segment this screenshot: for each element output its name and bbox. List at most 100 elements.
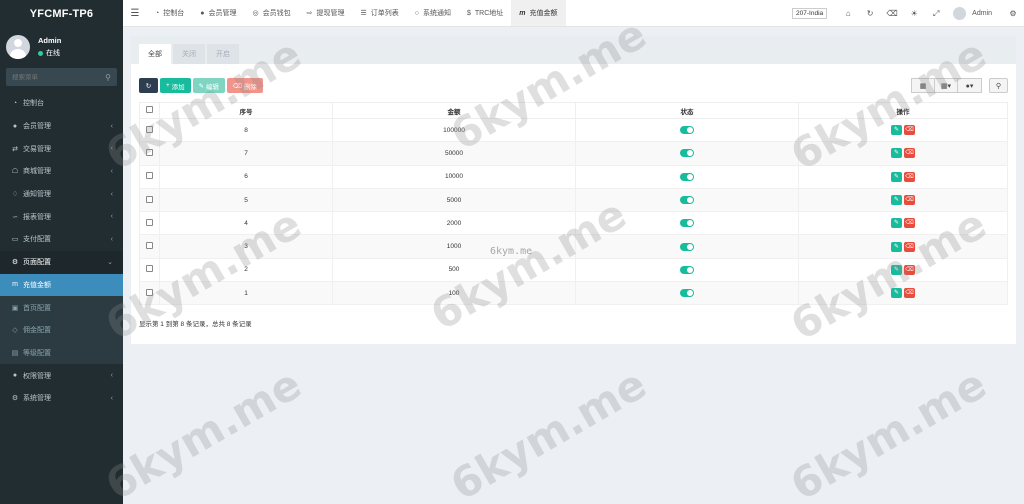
tab-open[interactable]: 开启	[207, 44, 239, 64]
status-toggle[interactable]	[680, 289, 694, 298]
refresh-icon: ↻	[145, 82, 152, 90]
tab-closed[interactable]: 关闭	[173, 44, 205, 64]
tab-notices[interactable]: ○ 系统通知	[407, 0, 459, 26]
search-button[interactable]: ⚲	[989, 78, 1008, 93]
sidebar-item-system[interactable]: ⚙ 系统管理 ‹	[0, 387, 123, 410]
trash-icon[interactable]: ⌫	[881, 9, 903, 18]
edit-row-button[interactable]: ✎	[891, 241, 902, 252]
sidebar-item-reports[interactable]: ∽ 报表管理 ‹	[0, 205, 123, 228]
toggle-view-button[interactable]: ▦	[911, 78, 934, 93]
tab-all[interactable]: 全部	[139, 44, 171, 64]
delete-row-button[interactable]: ⌫	[904, 288, 915, 299]
withdraw-icon: ⇨	[306, 10, 313, 17]
menu-toggle-icon[interactable]: ☰	[123, 8, 147, 19]
fullscreen-icon[interactable]: ⤢	[925, 9, 947, 19]
region-badge[interactable]: 207-India	[792, 8, 828, 19]
tab-withdraw[interactable]: ⇨ 提现管理	[299, 0, 353, 26]
edit-row-button[interactable]: ✎	[891, 195, 902, 206]
sidebar-item-shop[interactable]: ☖ 商城管理 ‹	[0, 160, 123, 183]
status-toggle[interactable]	[680, 149, 694, 158]
sidebar-item-recharge[interactable]: m 充值金额	[0, 273, 123, 297]
menu-search-input[interactable]	[12, 73, 92, 81]
row-checkbox[interactable]	[146, 288, 153, 296]
col-amount[interactable]: 金额	[332, 102, 576, 119]
chevron-left-icon: ‹	[110, 213, 113, 221]
col-id[interactable]: 序号	[159, 102, 333, 119]
edit-row-button[interactable]: ✎	[891, 218, 902, 229]
sidebar-item-notify[interactable]: ♢ 通知管理 ‹	[0, 183, 123, 206]
row-checkbox[interactable]	[146, 265, 153, 273]
tab-trc[interactable]: $ TRC地址	[459, 0, 511, 26]
delete-row-button[interactable]: ⌫	[904, 125, 915, 136]
delete-row-button[interactable]: ⌫	[904, 264, 915, 275]
delete-row-button[interactable]: ⌫	[904, 171, 915, 182]
chevron-left-icon: ‹	[110, 190, 113, 198]
tab-members[interactable]: ● 会员管理	[192, 0, 244, 26]
row-checkbox[interactable]	[146, 148, 153, 156]
col-status[interactable]: 状态	[575, 102, 799, 119]
diamond-icon: ◇	[12, 327, 18, 335]
watermark: 6kym.me	[442, 359, 655, 504]
home-icon[interactable]: ⌂	[837, 9, 859, 18]
app-logo[interactable]: YFCMF-TP6	[0, 0, 123, 27]
status-toggle[interactable]	[680, 219, 694, 228]
nav-tabs: ◔ 控制台 ● 会员管理 ◎ 会员钱包 ⇨ 提现管理 ☰ 订单列表 ○ 系统通知 $ TRC地…	[147, 0, 566, 26]
add-button[interactable]: + 添加	[160, 78, 191, 93]
edit-row-button[interactable]: ✎	[891, 288, 902, 299]
status-toggle[interactable]	[680, 196, 694, 205]
delete-button[interactable]: ⌫ 删除	[226, 78, 263, 93]
refresh-button[interactable]: ↻	[139, 78, 158, 93]
edit-row-button[interactable]: ✎	[891, 264, 902, 275]
translate-icon[interactable]: ☀	[903, 9, 925, 18]
chart-icon: ∽	[12, 213, 18, 221]
sidebar-item-level[interactable]: ▤ 等级配置	[0, 341, 123, 365]
sidebar-item-members[interactable]: ● 会员管理 ‹	[0, 115, 123, 138]
edit-row-button[interactable]: ✎	[891, 171, 902, 182]
select-all-checkbox[interactable]	[146, 106, 153, 113]
refresh-icon[interactable]: ↻	[859, 9, 881, 18]
tab-recharge[interactable]: m 充值金额	[511, 0, 566, 26]
sidebar-item-payment[interactable]: ▭ 支付配置 ‹	[0, 228, 123, 251]
row-checkbox[interactable]	[146, 242, 153, 250]
recharge-table: 序号 金额 状态 操作 8 100000 ✎ ⌫ 7 50000 ✎ ⌫ 6 10000 ✎ ⌫ …	[139, 102, 1008, 306]
status-toggle[interactable]	[680, 265, 694, 274]
sidebar-item-dashboard[interactable]: ◔ 控制台	[0, 92, 123, 115]
sidebar-item-page-config[interactable]: ⚙ 页面配置 ⌄	[0, 250, 123, 274]
row-checkbox[interactable]	[146, 218, 153, 226]
delete-row-button[interactable]: ⌫	[904, 241, 915, 252]
status-toggle[interactable]	[680, 172, 694, 181]
status-toggle[interactable]	[680, 242, 694, 251]
level-icon: ▤	[11, 349, 19, 357]
tab-orders[interactable]: ☰ 订单列表	[352, 0, 406, 26]
top-user-name[interactable]: Admin	[972, 10, 992, 17]
status-toggle[interactable]	[680, 126, 694, 135]
search-icon: ⚲	[995, 82, 1002, 90]
delete-row-button[interactable]: ⌫	[904, 148, 915, 159]
top-right-tools: 207-India ⌂ ↻ ⌫ ☀ ⤢ Admin ⚙	[792, 0, 1024, 27]
search-icon[interactable]: ⚲	[105, 73, 111, 82]
edit-row-button[interactable]: ✎	[891, 125, 902, 136]
export-button[interactable]: ●▾	[957, 78, 982, 93]
settings-icon[interactable]: ⚙	[1002, 9, 1024, 18]
row-checkbox[interactable]	[146, 125, 153, 133]
sidebar-item-commission[interactable]: ◇ 佣金配置	[0, 318, 123, 342]
watermark: 6kym.me	[782, 359, 995, 504]
edit-row-button[interactable]: ✎	[891, 148, 902, 159]
tab-wallet[interactable]: ◎ 会员钱包	[244, 0, 298, 26]
edit-button[interactable]: ✎ 编辑	[192, 78, 225, 93]
chevron-left-icon: ‹	[110, 167, 113, 175]
shop-icon: ☖	[11, 168, 19, 176]
sidebar-item-permissions[interactable]: ● 权限管理 ‹	[0, 364, 123, 387]
sidebar-item-trades[interactable]: ⇄ 交易管理 ‹	[0, 137, 123, 160]
dollar-icon: $	[466, 9, 471, 17]
sidebar-item-home-config[interactable]: ▣ 首页配置	[0, 296, 123, 319]
avatar[interactable]	[953, 7, 967, 20]
delete-row-button[interactable]: ⌫	[904, 195, 915, 206]
row-checkbox[interactable]	[146, 195, 153, 203]
tab-dashboard[interactable]: ◔ 控制台	[147, 0, 192, 26]
recharge-icon: m	[519, 9, 526, 17]
row-checkbox[interactable]	[146, 172, 153, 180]
columns-button[interactable]: ▦▾	[934, 78, 957, 93]
delete-row-button[interactable]: ⌫	[904, 218, 915, 229]
exchange-icon: ⇄	[12, 145, 18, 153]
